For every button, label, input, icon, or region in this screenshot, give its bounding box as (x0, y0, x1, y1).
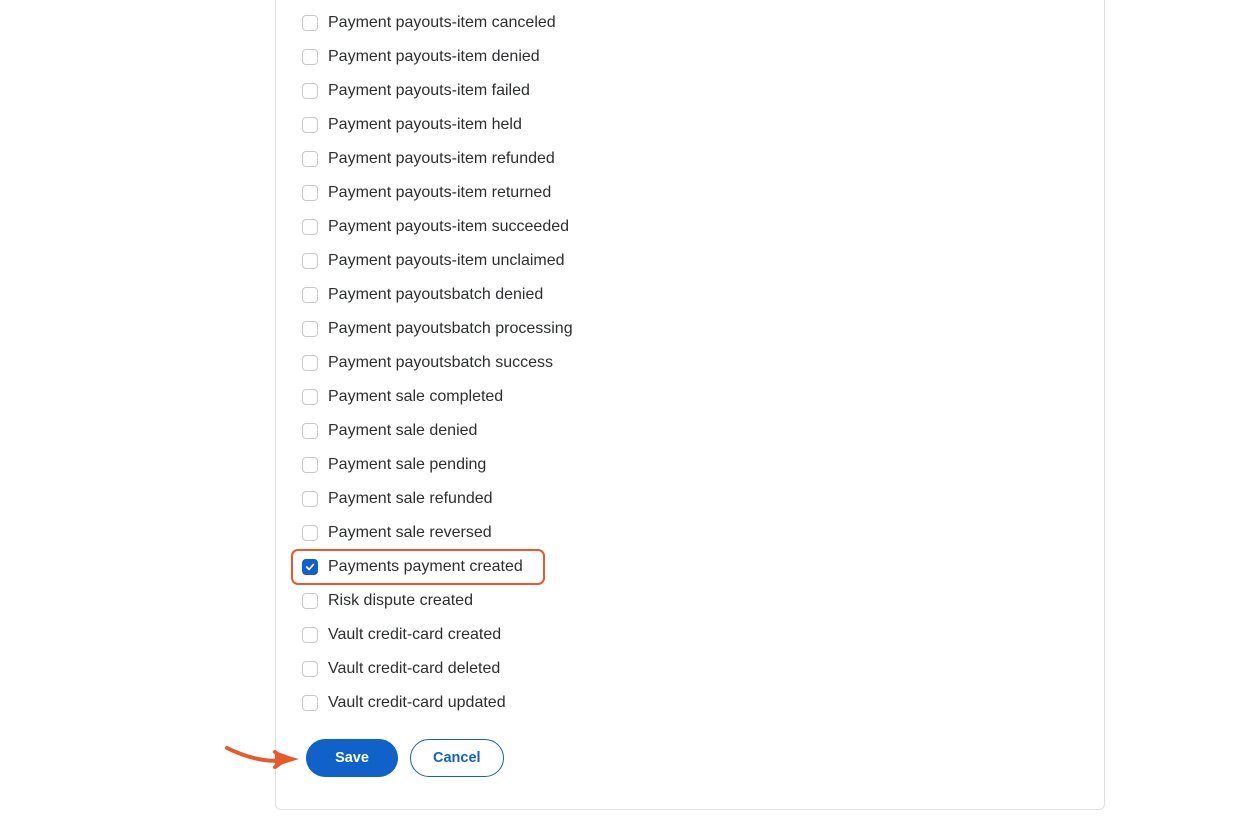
event-row: Payment payoutsbatch processing (302, 312, 1084, 346)
event-checkbox[interactable] (302, 151, 318, 167)
event-checkbox[interactable] (302, 15, 318, 31)
event-row: Payment payouts-item succeeded (302, 210, 1084, 244)
event-checkbox[interactable] (302, 355, 318, 371)
event-row: Payment payouts-item refunded (302, 142, 1084, 176)
event-checkbox[interactable] (302, 219, 318, 235)
event-checkbox[interactable] (302, 457, 318, 473)
event-checkbox[interactable] (302, 185, 318, 201)
event-checkbox[interactable] (302, 49, 318, 65)
webhook-event-list: Payment payouts-item canceled Payment pay… (276, 6, 1104, 720)
cancel-button[interactable]: Cancel (410, 739, 504, 777)
event-checkbox[interactable] (302, 83, 318, 99)
event-checkbox[interactable] (302, 627, 318, 643)
event-row: Payment payouts-item held (302, 108, 1084, 142)
event-label[interactable]: Payment sale refunded (328, 488, 493, 510)
event-label[interactable]: Payment payoutsbatch success (328, 352, 553, 374)
event-row: Payment sale pending (302, 448, 1084, 482)
event-label[interactable]: Vault credit-card deleted (328, 658, 500, 680)
event-row: Payment payouts-item denied (302, 40, 1084, 74)
event-checkbox[interactable] (302, 525, 318, 541)
event-row: Payment payouts-item unclaimed (302, 244, 1084, 278)
event-label[interactable]: Risk dispute created (328, 590, 473, 612)
event-row: Risk dispute created (302, 584, 1084, 618)
event-row: Payment sale denied (302, 414, 1084, 448)
event-row: Payment sale completed (302, 380, 1084, 414)
event-checkbox[interactable] (302, 491, 318, 507)
event-label[interactable]: Vault credit-card created (328, 624, 501, 646)
event-checkbox[interactable] (302, 593, 318, 609)
event-checkbox[interactable] (302, 695, 318, 711)
event-row: Payment payoutsbatch success (302, 346, 1084, 380)
event-label[interactable]: Payment payouts-item returned (328, 182, 551, 204)
event-checkbox[interactable] (302, 253, 318, 269)
event-label[interactable]: Payment sale reversed (328, 522, 492, 544)
event-checkbox[interactable] (302, 661, 318, 677)
event-checkbox[interactable] (302, 117, 318, 133)
event-row: Payment payoutsbatch denied (302, 278, 1084, 312)
event-row: Payment payouts-item failed (302, 74, 1084, 108)
event-label[interactable]: Payment payouts-item canceled (328, 12, 556, 34)
event-label[interactable]: Payment payouts-item unclaimed (328, 250, 565, 272)
event-label[interactable]: Payment sale pending (328, 454, 486, 476)
button-row: Save Cancel (306, 739, 504, 777)
event-checkbox[interactable] (302, 321, 318, 337)
event-row: Vault credit-card created (302, 618, 1084, 652)
webhook-events-panel: Payment payouts-item canceled Payment pay… (275, 0, 1105, 810)
event-label[interactable]: Vault credit-card updated (328, 692, 506, 714)
event-label[interactable]: Payment payoutsbatch processing (328, 318, 573, 340)
event-label[interactable]: Payment payouts-item held (328, 114, 522, 136)
event-row: Vault credit-card updated (302, 686, 1084, 720)
event-label[interactable]: Payment payoutsbatch denied (328, 284, 543, 306)
event-row: Payment payouts-item returned (302, 176, 1084, 210)
event-label[interactable]: Payment sale denied (328, 420, 477, 442)
event-row: Payment sale reversed (302, 516, 1084, 550)
event-row: Payment sale refunded (302, 482, 1084, 516)
event-checkbox[interactable] (302, 423, 318, 439)
event-row: Payments payment created (292, 550, 544, 584)
event-checkbox[interactable] (302, 287, 318, 303)
event-label[interactable]: Payment payouts-item denied (328, 46, 540, 68)
event-label[interactable]: Payment sale completed (328, 386, 503, 408)
event-label[interactable]: Payment payouts-item refunded (328, 148, 555, 170)
event-label[interactable]: Payment payouts-item failed (328, 80, 530, 102)
event-label[interactable]: Payments payment created (328, 556, 523, 578)
event-row: Payment payouts-item canceled (302, 6, 1084, 40)
event-checkbox[interactable] (302, 559, 318, 575)
event-label[interactable]: Payment payouts-item succeeded (328, 216, 569, 238)
save-button[interactable]: Save (306, 739, 398, 777)
event-checkbox[interactable] (302, 389, 318, 405)
event-row: Vault credit-card deleted (302, 652, 1084, 686)
